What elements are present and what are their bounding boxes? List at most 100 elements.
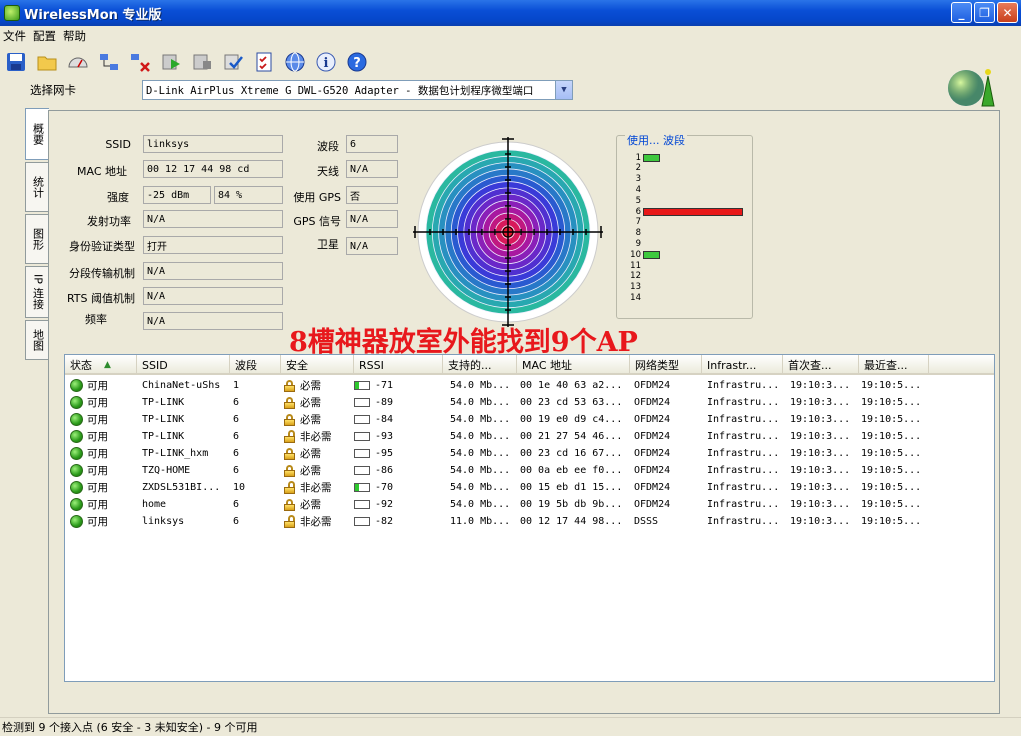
menu-help[interactable]: 帮助 bbox=[62, 28, 92, 44]
save-icon[interactable] bbox=[2, 48, 29, 75]
svg-text:i: i bbox=[323, 56, 328, 71]
stop-icon[interactable] bbox=[188, 48, 215, 75]
mac-field: 00 12 17 44 98 cd bbox=[143, 160, 283, 178]
table-row[interactable]: 可用 TP-LINK 6 非必需 -93 54.0 Mb... 00 21 27 54 46… bbox=[65, 428, 994, 445]
app-icon bbox=[4, 5, 20, 21]
ssid-cell: TP-LINK bbox=[142, 431, 185, 442]
menu-bar: 文件 配置 帮助 bbox=[0, 26, 1021, 45]
restore-button[interactable]: ❐ bbox=[974, 2, 995, 23]
tab-map[interactable]: 地图 bbox=[25, 320, 49, 360]
speedometer-icon[interactable] bbox=[64, 48, 91, 75]
close-button[interactable]: ✕ bbox=[997, 2, 1018, 23]
first-seen-cell: 19:10:3... bbox=[790, 482, 851, 493]
channel-number: 5 bbox=[635, 195, 641, 206]
table-row[interactable]: 可用 ChinaNet-uShs 1 必需 -71 54.0 Mb... 00 1e 40 … bbox=[65, 377, 994, 394]
adapter-select[interactable]: D-Link AirPlus Xtreme G DWL-G520 Adapter… bbox=[142, 80, 573, 100]
security-cell: 必需 bbox=[300, 499, 321, 511]
table-row[interactable]: 可用 linksys 6 非必需 -82 11.0 Mb... 00 12 17 44 98… bbox=[65, 513, 994, 530]
channel-row: 1 bbox=[627, 152, 660, 163]
security-cell: 非必需 bbox=[300, 431, 332, 443]
lock-icon bbox=[284, 413, 295, 426]
ssid-cell: TP-LINK bbox=[142, 414, 185, 425]
first-seen-cell: 19:10:3... bbox=[790, 397, 851, 408]
channel-number: 3 bbox=[635, 174, 641, 185]
table-row[interactable]: 可用 TP-LINK 6 必需 -84 54.0 Mb... 00 19 e0 d9 c4.… bbox=[65, 411, 994, 428]
channel-usage-bar bbox=[643, 153, 660, 162]
summary-panel: SSID linksys MAC 地址 00 12 17 44 98 cd 强度… bbox=[48, 110, 1000, 714]
column-header[interactable]: 网络类型 bbox=[630, 355, 702, 375]
last-seen-cell: 19:10:5... bbox=[861, 431, 922, 442]
channel-number: 6 bbox=[635, 206, 641, 217]
ssid-cell: ChinaNet-uShs bbox=[142, 380, 221, 391]
checklist-icon[interactable] bbox=[250, 48, 277, 75]
table-row[interactable]: 可用 TP-LINK_hxm 6 必需 -95 54.0 Mb... 00 23 cd 16… bbox=[65, 445, 994, 462]
channel-row: 2 bbox=[627, 163, 643, 174]
mac-cell: 00 19 e0 d9 c4... bbox=[520, 414, 623, 425]
signal-strength-bar bbox=[354, 381, 370, 390]
tab-graph[interactable]: 图形 bbox=[25, 214, 49, 264]
table-row[interactable]: 可用 home 6 必需 -92 54.0 Mb... 00 19 5b db 9b... O… bbox=[65, 496, 994, 513]
last-seen-cell: 19:10:5... bbox=[861, 448, 922, 459]
channel-row: 14 bbox=[627, 292, 643, 303]
minimize-button[interactable]: _ bbox=[951, 2, 972, 23]
signal-strength-bar bbox=[354, 500, 370, 509]
channel-usage-box: 使用... 波段 1 2 3 4 5 6 7 8 9 10 11 12 13 14 bbox=[616, 132, 753, 319]
side-tabs: 概要 统计 图形 IP 连接 地图 bbox=[25, 108, 49, 362]
infrastructure-cell: Infrastru... bbox=[707, 397, 780, 408]
run-icon[interactable] bbox=[157, 48, 184, 75]
last-seen-cell: 19:10:5... bbox=[861, 482, 922, 493]
signal-strength-bar bbox=[354, 517, 370, 526]
globe-icon[interactable] bbox=[281, 48, 308, 75]
rates-cell: 54.0 Mb... bbox=[450, 397, 511, 408]
chevron-down-icon[interactable]: ▼ bbox=[555, 81, 572, 99]
channel-number: 11 bbox=[630, 260, 641, 271]
first-seen-cell: 19:10:3... bbox=[790, 499, 851, 510]
network-list[interactable]: 状态 ▲ SSID 波段 安全 RSSI 支持的... MAC 地址 网络类型 Infrastr.… bbox=[64, 354, 995, 682]
network-type-cell: OFDM24 bbox=[634, 482, 671, 493]
table-row[interactable]: 可用 TZQ-HOME 6 必需 -86 54.0 Mb... 00 0a eb ee f0… bbox=[65, 462, 994, 479]
satellite-label: 卫星 bbox=[317, 238, 339, 251]
tab-statistics[interactable]: 统计 bbox=[25, 162, 49, 212]
status-available-icon bbox=[70, 413, 83, 426]
tx-power-label: 发射功率 bbox=[87, 215, 131, 228]
channel-row: 9 bbox=[627, 238, 643, 249]
menu-config[interactable]: 配置 bbox=[32, 28, 62, 44]
open-folder-icon[interactable] bbox=[33, 48, 60, 75]
status-available-icon bbox=[70, 481, 83, 494]
column-header[interactable]: 首次查... bbox=[783, 355, 859, 375]
infrastructure-cell: Infrastru... bbox=[707, 380, 780, 391]
column-header[interactable]: 波段 bbox=[230, 355, 281, 375]
adapter-label: 选择网卡 bbox=[30, 83, 76, 97]
signal-radar bbox=[413, 137, 603, 327]
svg-text:?: ? bbox=[353, 56, 361, 71]
status-text: 可用 bbox=[87, 448, 108, 460]
menu-file[interactable]: 文件 bbox=[2, 28, 32, 44]
network-icon[interactable] bbox=[95, 48, 122, 75]
table-row[interactable]: 可用 TP-LINK 6 必需 -89 54.0 Mb... 00 23 cd 53 63.… bbox=[65, 394, 994, 411]
tab-summary[interactable]: 概要 bbox=[25, 108, 49, 160]
status-available-icon bbox=[70, 447, 83, 460]
first-seen-cell: 19:10:3... bbox=[790, 465, 851, 476]
column-header[interactable]: SSID bbox=[137, 355, 230, 375]
channel-row: 13 bbox=[627, 282, 643, 293]
disconnect-icon[interactable] bbox=[126, 48, 153, 75]
lock-icon bbox=[284, 379, 295, 392]
channel-label: 波段 bbox=[317, 140, 339, 153]
status-available-icon bbox=[70, 396, 83, 409]
check-icon[interactable] bbox=[219, 48, 246, 75]
table-row[interactable]: 可用 ZXDSL531BI... 10 非必需 -70 54.0 Mb... 00 15 e… bbox=[65, 479, 994, 496]
channel-row: 11 bbox=[627, 260, 643, 271]
tab-ip-connection[interactable]: IP 连接 bbox=[25, 266, 49, 318]
column-header[interactable]: 最近查... bbox=[859, 355, 929, 375]
column-header[interactable]: Infrastr... bbox=[702, 355, 783, 375]
status-text: 可用 bbox=[87, 380, 108, 392]
satellite-field: N/A bbox=[346, 237, 398, 255]
column-header[interactable]: 状态 ▲ bbox=[65, 355, 137, 375]
info-icon[interactable]: i bbox=[312, 48, 339, 75]
channel-number: 14 bbox=[630, 292, 641, 303]
infrastructure-cell: Infrastru... bbox=[707, 499, 780, 510]
first-seen-cell: 19:10:3... bbox=[790, 380, 851, 391]
help-icon[interactable]: ? bbox=[343, 48, 370, 75]
rssi-cell: -86 bbox=[375, 465, 394, 476]
frequency-field: N/A bbox=[143, 312, 283, 330]
